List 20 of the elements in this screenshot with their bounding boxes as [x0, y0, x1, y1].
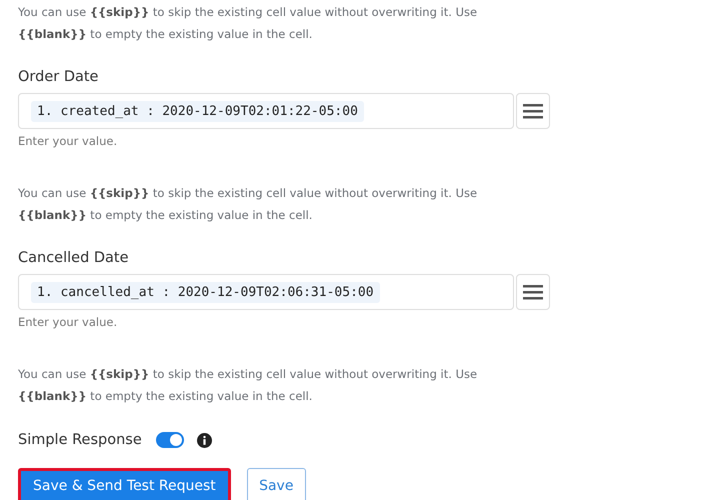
hint-text: Enter your value.	[18, 134, 118, 148]
input-field[interactable]: 1. cancelled_at : 2020-12-09T02:06:31-05:00	[18, 274, 514, 310]
toggle-label: Simple Response	[18, 432, 142, 448]
info-icon[interactable]	[196, 432, 212, 448]
field-label: Order Date	[18, 68, 100, 87]
menu-icon	[523, 284, 543, 300]
value-token[interactable]: 1. created_at : 2020-12-09T02:01:22-05:00	[31, 100, 364, 122]
action-button[interactable]: Save	[246, 468, 306, 500]
menu-button[interactable]	[516, 274, 550, 310]
help-text: You can use {{skip}} to skip the existing cell value without overwriting it. Use {{blank}} to empty the existing value in the cell.	[18, 185, 478, 224]
menu-button[interactable]	[516, 93, 550, 129]
value-token[interactable]: 1. cancelled_at : 2020-12-09T02:06:31-05:00	[31, 282, 380, 302]
input-field[interactable]: 1. created_at : 2020-12-09T02:01:22-05:00	[18, 93, 514, 129]
help-text: You can use {{skip}} to skip the existing cell value without overwriting it. Use {{blank}} to empty the existing value in the cell.	[18, 4, 478, 42]
toggle-switch[interactable]	[156, 432, 184, 448]
hint-text: Enter your value.	[18, 315, 118, 329]
action-button[interactable]: Save & Send Test Request	[18, 468, 231, 500]
menu-icon	[523, 104, 543, 118]
field-label: Cancelled Date	[18, 249, 130, 268]
help-text: You can use {{skip}} to skip the existing cell value without overwriting it. Use {{blank}} to empty the existing value in the cell.	[18, 366, 478, 404]
